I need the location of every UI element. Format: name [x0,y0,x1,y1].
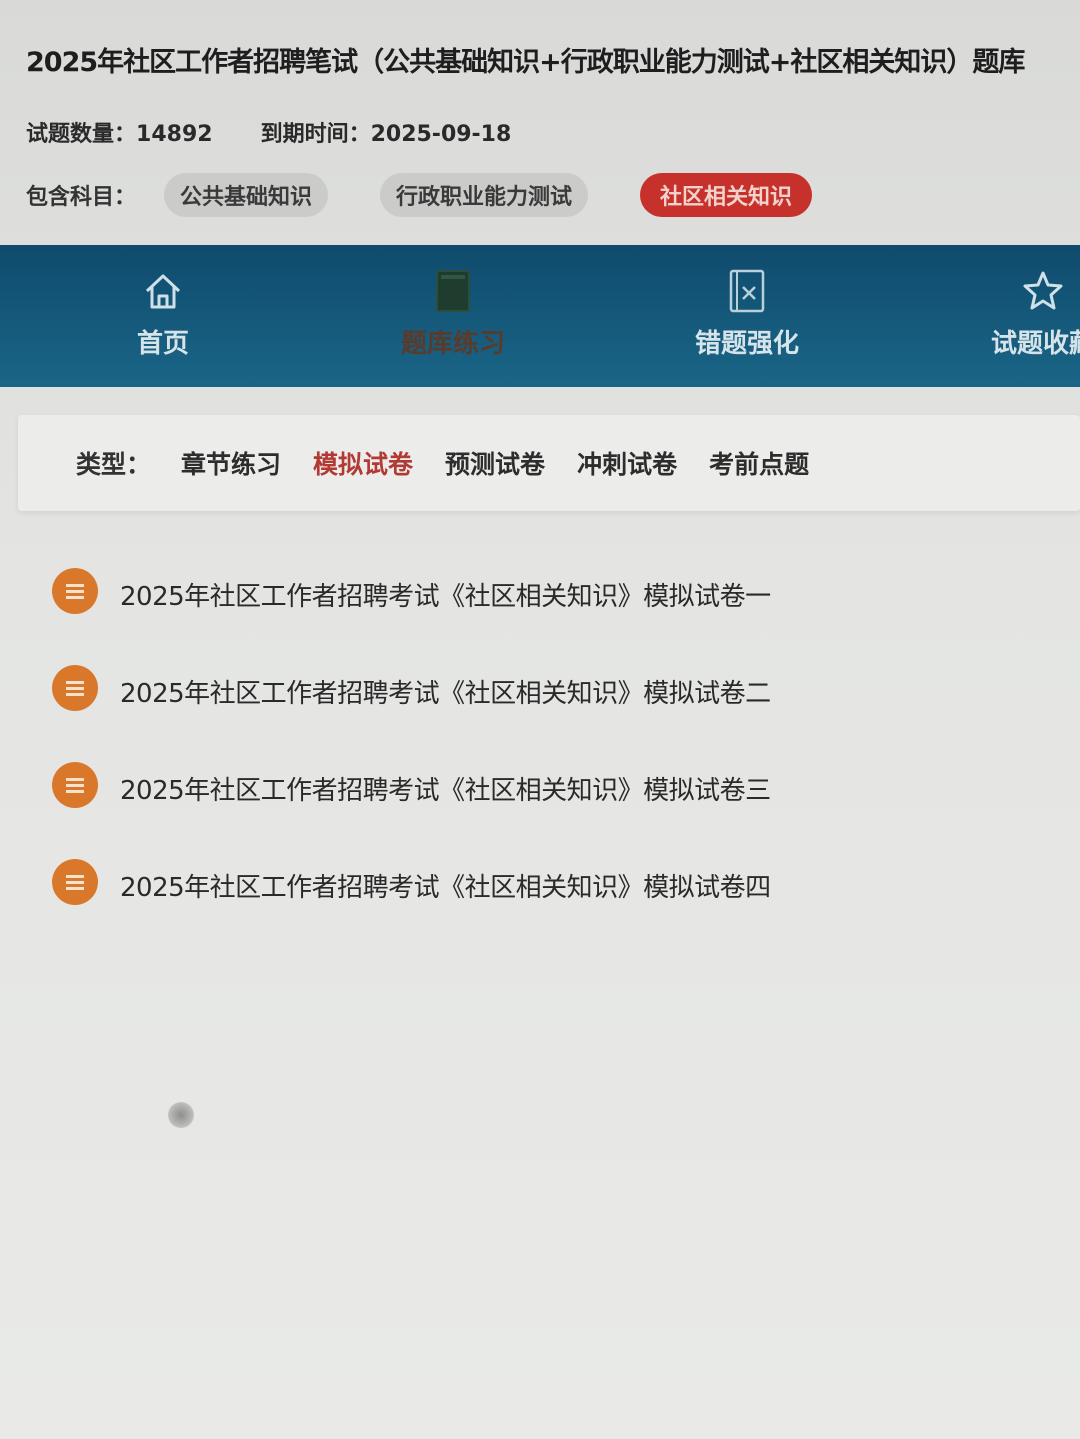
nav-label-practice: 题库练习 [400,329,505,359]
nav-item-favorites[interactable]: 试题收藏 [958,265,1080,360]
type-option-pre-exam-points[interactable]: 考前点题 [709,445,809,481]
star-icon [958,265,1080,317]
list-item[interactable]: 2025年社区工作者招聘考试《社区相关知识》模拟试卷三 [52,762,1052,859]
paper-icon [52,665,98,711]
expiry-date: 2025-09-18 [370,122,512,147]
page: 2025年社区工作者招聘笔试（公共基础知识+行政职业能力测试+社区相关知识）题库… [0,0,1080,1439]
nav-label-home: 首页 [136,329,189,359]
expiry-label: 到期时间： [260,122,371,147]
list-item[interactable]: 2025年社区工作者招聘考试《社区相关知识》模拟试卷一 [52,568,1052,665]
type-filter-bar: 类型： 章节练习 模拟试卷 预测试卷 冲刺试卷 考前点题 [18,415,1080,511]
paper-icon [52,568,98,614]
nav-item-wrong-questions[interactable]: 错题强化 [662,265,832,360]
paper-title: 2025年社区工作者招聘考试《社区相关知识》模拟试卷四 [120,873,771,903]
type-option-mock-paper[interactable]: 模拟试卷 [313,445,413,481]
paper-title: 2025年社区工作者招聘考试《社区相关知识》模拟试卷一 [120,582,771,612]
subject-chips: 包含科目： 公共基础知识 行政职业能力测试 社区相关知识 [26,172,864,218]
subjects-label: 包含科目： [26,185,137,210]
wrong-question-icon [662,265,832,317]
home-icon [78,265,248,317]
paper-title: 2025年社区工作者招聘考试《社区相关知识》模拟试卷二 [120,679,771,709]
type-option-sprint-paper[interactable]: 冲刺试卷 [577,445,677,481]
page-title: 2025年社区工作者招聘笔试（公共基础知识+行政职业能力测试+社区相关知识）题库 [26,47,1025,78]
paper-icon [52,762,98,808]
nav-item-home[interactable]: 首页 [78,265,248,360]
question-count: 14892 [136,122,213,147]
type-option-prediction-paper[interactable]: 预测试卷 [445,445,545,481]
type-label: 类型： [76,450,152,479]
book-icon [368,265,538,317]
type-option-chapter-practice[interactable]: 章节练习 [181,445,281,481]
subject-chip-public-basics[interactable]: 公共基础知识 [164,173,329,217]
list-item[interactable]: 2025年社区工作者招聘考试《社区相关知识》模拟试卷二 [52,665,1052,762]
list-item[interactable]: 2025年社区工作者招聘考试《社区相关知识》模拟试卷四 [52,859,1052,956]
subject-chip-community-knowledge[interactable]: 社区相关知识 [640,173,813,217]
screen-smudge [168,1102,194,1128]
main-nav-bar: 首页 题库练习 错题强化 试题收藏 [0,245,1080,387]
nav-label-favorites: 试题收藏 [990,329,1080,359]
paper-title: 2025年社区工作者招聘考试《社区相关知识》模拟试卷三 [120,776,771,806]
nav-item-practice[interactable]: 题库练习 [368,265,538,360]
question-bank-header: 2025年社区工作者招聘笔试（公共基础知识+行政职业能力测试+社区相关知识）题库… [0,0,1080,245]
paper-icon [52,859,98,905]
bank-meta: 试题数量：14892 到期时间：2025-09-18 [26,116,511,148]
subject-chip-admin-aptitude[interactable]: 行政职业能力测试 [380,173,589,217]
question-count-label: 试题数量： [26,122,137,147]
paper-list: 2025年社区工作者招聘考试《社区相关知识》模拟试卷一 2025年社区工作者招聘… [52,568,1052,956]
nav-label-wrong-questions: 错题强化 [694,329,799,359]
